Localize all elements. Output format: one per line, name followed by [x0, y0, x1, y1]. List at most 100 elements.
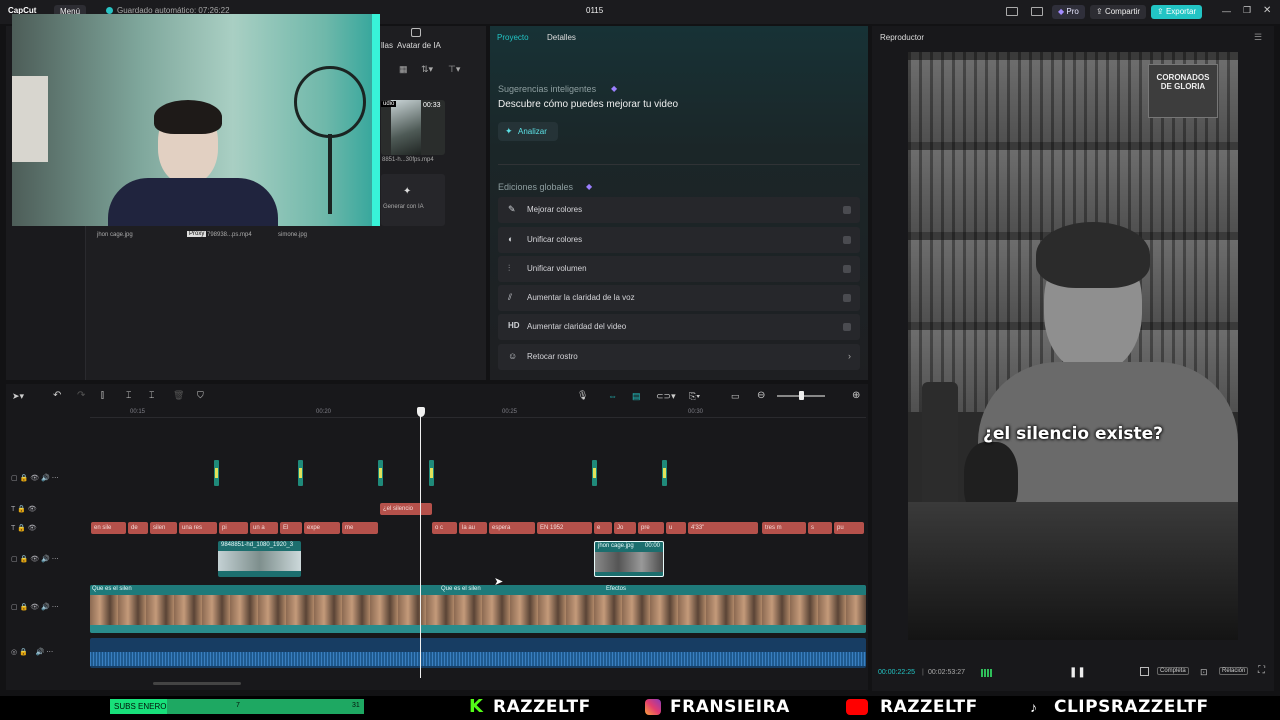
analyze-button[interactable]: ✦ Analizar	[498, 122, 558, 141]
text-clip[interactable]: espera	[489, 522, 535, 534]
ruler-label: 00:25	[502, 409, 518, 415]
audio-track[interactable]	[90, 638, 866, 668]
effect-marker[interactable]	[378, 460, 383, 486]
focus-icon[interactable]: ⊡	[1200, 667, 1208, 678]
caption-clip[interactable]: ¿el silencio	[380, 503, 432, 515]
text-clip[interactable]: o c	[432, 522, 457, 534]
clip-time: 00:00	[645, 543, 661, 549]
toggle-checkbox[interactable]	[843, 265, 851, 273]
grid-view-icon[interactable]: ▦	[399, 64, 408, 75]
caption-icon[interactable]: ▭	[731, 391, 740, 402]
zoom-slider-handle[interactable]	[799, 391, 804, 400]
playhead-handle[interactable]	[417, 407, 425, 417]
tab-project[interactable]: Proyecto	[497, 33, 529, 42]
playhead-line[interactable]	[420, 416, 421, 678]
tab-templates-partial[interactable]: llas	[381, 41, 393, 50]
text-clip[interactable]: en sile	[91, 522, 126, 534]
pause-icon[interactable]: ❚❚	[1069, 667, 1086, 678]
redo-icon[interactable]: ↷	[77, 390, 85, 401]
crop-icon[interactable]	[1140, 667, 1149, 676]
tab-details[interactable]: Detalles	[547, 33, 576, 42]
replace-icon[interactable]: ⎘▾	[689, 391, 700, 402]
preview-axis-icon[interactable]: ⊂⊃▾	[656, 391, 676, 402]
tab-ai-avatar[interactable]: Avatar de IA	[397, 41, 441, 50]
effect-marker[interactable]	[429, 460, 434, 486]
main-video-track[interactable]	[90, 585, 866, 633]
timeline-scrollbar[interactable]	[153, 682, 241, 685]
undo-icon[interactable]: ↶	[53, 390, 61, 401]
split-icon[interactable]: ⫿	[101, 390, 104, 401]
player-menu-icon[interactable]: ☰	[1254, 32, 1262, 43]
text-clip[interactable]: u	[666, 522, 686, 534]
voice-clarity-row[interactable]: ⫽ Aumentar la claridad de la voz	[498, 285, 860, 311]
layout-icon[interactable]	[1006, 7, 1018, 16]
select-tool-icon[interactable]: ➤▾	[12, 391, 24, 402]
effect-marker[interactable]	[298, 460, 303, 486]
maximize-icon[interactable]: ❐	[1243, 5, 1251, 16]
full-quality-button[interactable]: Completa	[1157, 667, 1189, 675]
effect-marker[interactable]	[592, 460, 597, 486]
text-clip[interactable]: una res	[179, 522, 217, 534]
text-clip[interactable]: s	[808, 522, 832, 534]
sort-icon[interactable]: ⇅▾	[421, 64, 433, 75]
track-controls-markers[interactable]: ▢ 🔒 👁 🔊 ⋯	[11, 474, 59, 482]
text-clip[interactable]: El	[280, 522, 302, 534]
toggle-checkbox[interactable]	[843, 206, 851, 214]
share-button[interactable]: ⇪ Compartir	[1090, 5, 1147, 19]
zoom-out-icon[interactable]: ⊖	[757, 390, 765, 401]
text-clip[interactable]: EN 1952	[537, 522, 592, 534]
shield-icon[interactable]: ⛉	[197, 390, 204, 401]
text-clip[interactable]: la au	[459, 522, 487, 534]
track-controls-main[interactable]: ▢ 🔒 👁 🔊 ⋯	[11, 603, 59, 611]
improve-colors-row[interactable]: ✎ Mejorar colores	[498, 197, 860, 223]
text-clip[interactable]: Jo	[614, 522, 636, 534]
trim-left-icon[interactable]: ⌶	[126, 390, 131, 401]
overlay-video-clip[interactable]: 9848851-hd_1080_1920_3	[218, 541, 301, 577]
close-icon[interactable]: ✕	[1263, 5, 1271, 16]
delete-icon[interactable]: 🗑	[173, 390, 184, 401]
unify-volume-row[interactable]: ⫶ Unificar volumen	[498, 256, 860, 282]
link-icon[interactable]: ⇔	[608, 391, 617, 401]
toggle-checkbox[interactable]	[843, 236, 851, 244]
text-clip[interactable]: e	[594, 522, 612, 534]
track-controls-audio[interactable]: ◎ 🔒 🔊 ⋯	[11, 648, 53, 656]
unify-colors-row[interactable]: ◐ Unificar colores	[498, 227, 860, 253]
track-controls-caption[interactable]: T 🔒 👁	[11, 505, 37, 513]
snap-icon[interactable]: ▤	[632, 391, 641, 402]
track-controls-overlay[interactable]: ▢ 🔒 👁 🔊 ⋯	[11, 555, 59, 563]
ai-avatar-icon[interactable]	[411, 28, 421, 37]
text-clip[interactable]: 4'33"	[688, 522, 758, 534]
text-clip[interactable]: me	[342, 522, 378, 534]
effect-marker[interactable]	[662, 460, 667, 486]
track-controls-text[interactable]: T 🔒 👁	[11, 524, 37, 532]
generate-ai-card[interactable]: ✦ Generar con IA	[381, 174, 445, 226]
timeline-ruler[interactable]	[90, 404, 866, 418]
pro-button[interactable]: ◆ Pro	[1052, 5, 1085, 19]
text-clip[interactable]: un a	[250, 522, 278, 534]
microphone-icon[interactable]: 🎙	[577, 390, 588, 401]
minimize-icon[interactable]: —	[1222, 6, 1231, 16]
fullscreen-icon[interactable]: ⛶	[1258, 665, 1265, 676]
shortcuts-icon[interactable]	[1031, 7, 1043, 16]
text-clip[interactable]: de	[128, 522, 148, 534]
export-button[interactable]: ⇪ Exportar	[1151, 5, 1203, 19]
retouch-face-row[interactable]: ☺ Retocar rostro ›	[498, 344, 860, 370]
player-title: Reproductor	[880, 33, 925, 42]
overlay-image-clip[interactable]: jhon cage.jpg 00:00	[594, 541, 664, 577]
person-hair	[154, 100, 222, 134]
filter-icon[interactable]: ⊤▾	[448, 64, 460, 75]
text-clip[interactable]: pi	[219, 522, 248, 534]
toggle-checkbox[interactable]	[843, 323, 851, 331]
text-clip[interactable]: expe	[304, 522, 340, 534]
trim-right-icon[interactable]: ⌶	[149, 390, 154, 401]
effect-marker[interactable]	[214, 460, 219, 486]
text-clip[interactable]: pu	[834, 522, 864, 534]
text-clip[interactable]: pre	[638, 522, 664, 534]
ratio-button[interactable]: Relación	[1219, 667, 1249, 675]
text-clip[interactable]: silen	[150, 522, 177, 534]
toggle-checkbox[interactable]	[843, 294, 851, 302]
zoom-in-icon[interactable]: ⊕	[852, 390, 860, 401]
video-clarity-row[interactable]: HD Aumentar claridad del video	[498, 314, 860, 340]
media-thumb-video[interactable]: udio 00:33	[381, 100, 445, 155]
text-clip[interactable]: tres m	[762, 522, 806, 534]
